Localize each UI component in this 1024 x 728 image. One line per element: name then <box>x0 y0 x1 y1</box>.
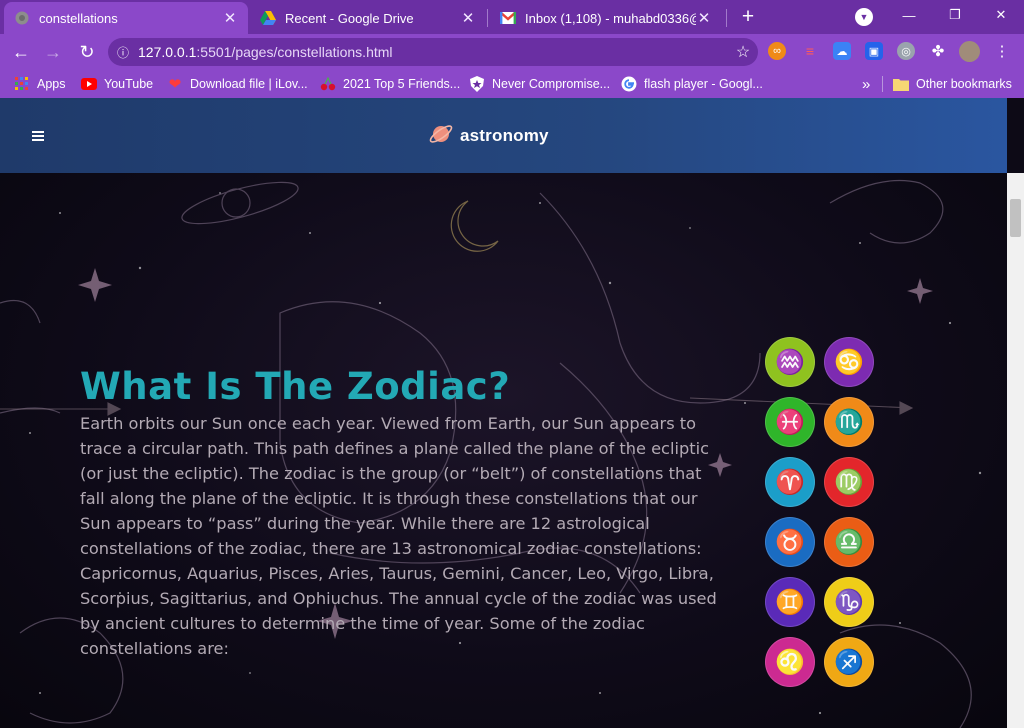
url-host: 127.0.0.1 <box>138 44 197 60</box>
cancer-icon[interactable]: ♋ <box>824 337 874 387</box>
tab-strip: constellations ✕ Recent - Google Drive ✕… <box>0 0 1024 34</box>
close-tab-icon[interactable]: ✕ <box>696 9 712 27</box>
gmail-icon <box>500 10 516 26</box>
extension-screen-icon[interactable]: ▣ <box>865 42 883 60</box>
bookmark-apps[interactable]: Apps <box>14 74 66 94</box>
extension-globe-icon[interactable]: ◎ <box>897 42 915 60</box>
address-bar[interactable]: ⓘ 127.0.0.1:5501/pages/constellations.ht… <box>108 38 758 66</box>
virgo-icon[interactable]: ♍ <box>824 457 874 507</box>
bookmarks-bar: Apps YouTube ❤ Download file | iLov... 2… <box>0 70 1024 98</box>
browser-window: constellations ✕ Recent - Google Drive ✕… <box>0 0 1024 728</box>
libra-icon[interactable]: ♎ <box>824 517 874 567</box>
extension-cloud-icon[interactable]: ☁ <box>833 42 851 60</box>
pisces-icon[interactable]: ♓ <box>765 397 815 447</box>
taurus-icon[interactable]: ♉ <box>765 517 815 567</box>
new-tab-button[interactable]: + <box>736 5 760 29</box>
tab-title: Recent - Google Drive <box>285 10 414 26</box>
brand-name: astronomy <box>460 126 549 145</box>
page-scrollbar[interactable] <box>1007 173 1024 728</box>
browser-menu-icon[interactable]: ⋮ <box>993 42 1011 60</box>
shield-icon <box>469 76 485 92</box>
minimize-icon[interactable]: — <box>886 0 932 30</box>
bookmark-label: Download file | iLov... <box>190 77 308 91</box>
site-info-icon[interactable]: ⓘ <box>108 44 138 61</box>
scorpio-icon[interactable]: ♏ <box>824 397 874 447</box>
bookmark-label: 2021 Top 5 Friends... <box>343 77 461 91</box>
bookmark-youtube[interactable]: YouTube <box>81 74 153 94</box>
extension-stack-icon[interactable]: ≡ <box>801 42 819 60</box>
close-tab-icon[interactable]: ✕ <box>222 9 238 27</box>
bookmark-download-file[interactable]: ❤ Download file | iLov... <box>167 74 308 94</box>
hamburger-menu-icon[interactable] <box>32 131 44 141</box>
browser-toolbar: ← → ↻ ⓘ 127.0.0.1:5501/pages/constellati… <box>0 34 1024 70</box>
tab-separator <box>487 9 488 27</box>
folder-icon <box>893 76 909 92</box>
heart-icon: ❤ <box>168 76 182 93</box>
scrollbar-thumb[interactable] <box>1010 199 1021 237</box>
globe-icon <box>14 10 30 26</box>
zodiac-description: Earth orbits our Sun once each year. Vie… <box>80 414 717 658</box>
aquarius-icon[interactable]: ♒ <box>765 337 815 387</box>
aries-icon[interactable]: ♈ <box>765 457 815 507</box>
bookmark-label: Apps <box>37 77 66 91</box>
sagittarius-icon[interactable]: ♐ <box>824 637 874 687</box>
tab-constellations[interactable]: constellations ✕ <box>4 2 248 34</box>
bookmark-never-compromise[interactable]: Never Compromise... <box>469 74 610 94</box>
extension-infinity-icon[interactable]: ∞ <box>768 42 786 60</box>
cherries-icon <box>320 76 336 92</box>
tab-title: constellations <box>39 10 118 26</box>
url-path: :5501/pages/constellations.html <box>196 44 393 60</box>
bookmark-star-icon[interactable]: ☆ <box>728 42 758 62</box>
google-icon <box>621 76 637 92</box>
page-title: What Is The Zodiac? <box>80 365 511 408</box>
capricorn-icon[interactable]: ♑ <box>824 577 874 627</box>
back-icon[interactable]: ← <box>8 39 34 65</box>
profile-avatar[interactable] <box>959 41 980 62</box>
close-window-icon[interactable]: ✕ <box>978 0 1024 30</box>
tab-title: Inbox (1,108) - muhabd0336@gm <box>525 10 696 26</box>
gemini-icon[interactable]: ♊ <box>765 577 815 627</box>
tab-separator <box>726 9 727 27</box>
reload-icon[interactable]: ↻ <box>74 39 100 65</box>
restore-icon[interactable]: ❐ <box>932 0 978 30</box>
bookmark-label: Never Compromise... <box>492 77 611 91</box>
address-url[interactable]: 127.0.0.1:5501/pages/constellations.html <box>138 44 728 60</box>
bookmark-label: flash player - Googl... <box>644 77 763 91</box>
tab-gmail[interactable]: Inbox (1,108) - muhabd0336@gm ✕ <box>490 2 722 34</box>
site-brand[interactable]: astronomy <box>428 123 549 149</box>
more-bookmarks-icon[interactable]: » <box>862 74 870 94</box>
constellation-background: What Is The Zodiac? Earth orbits our Sun… <box>0 173 1007 728</box>
close-tab-icon[interactable]: ✕ <box>460 9 476 27</box>
bookmarks-separator <box>882 76 883 92</box>
forward-icon[interactable]: → <box>40 39 66 65</box>
youtube-icon <box>81 76 97 92</box>
site-navbar: astronomy <box>0 98 1007 173</box>
window-controls: — ❐ ✕ <box>886 0 1024 30</box>
planet-logo-icon <box>428 121 454 152</box>
extensions-puzzle-icon[interactable]: ✤ <box>929 42 947 60</box>
bookmark-label: YouTube <box>104 77 154 91</box>
tab-search-icon[interactable]: ▼ <box>855 8 873 26</box>
google-drive-icon <box>260 10 276 26</box>
bookmark-top-friends[interactable]: 2021 Top 5 Friends... <box>320 74 460 94</box>
bookmark-label: Other bookmarks <box>916 77 1012 91</box>
apps-grid-icon <box>14 76 30 92</box>
page-viewport: astronomy What Is The Zodiac? Earth orbi… <box>0 98 1024 728</box>
other-bookmarks[interactable]: Other bookmarks <box>893 74 1012 94</box>
bookmark-flash-player[interactable]: flash player - Googl... <box>621 74 763 94</box>
leo-icon[interactable]: ♌ <box>765 637 815 687</box>
tab-google-drive[interactable]: Recent - Google Drive ✕ <box>250 2 486 34</box>
